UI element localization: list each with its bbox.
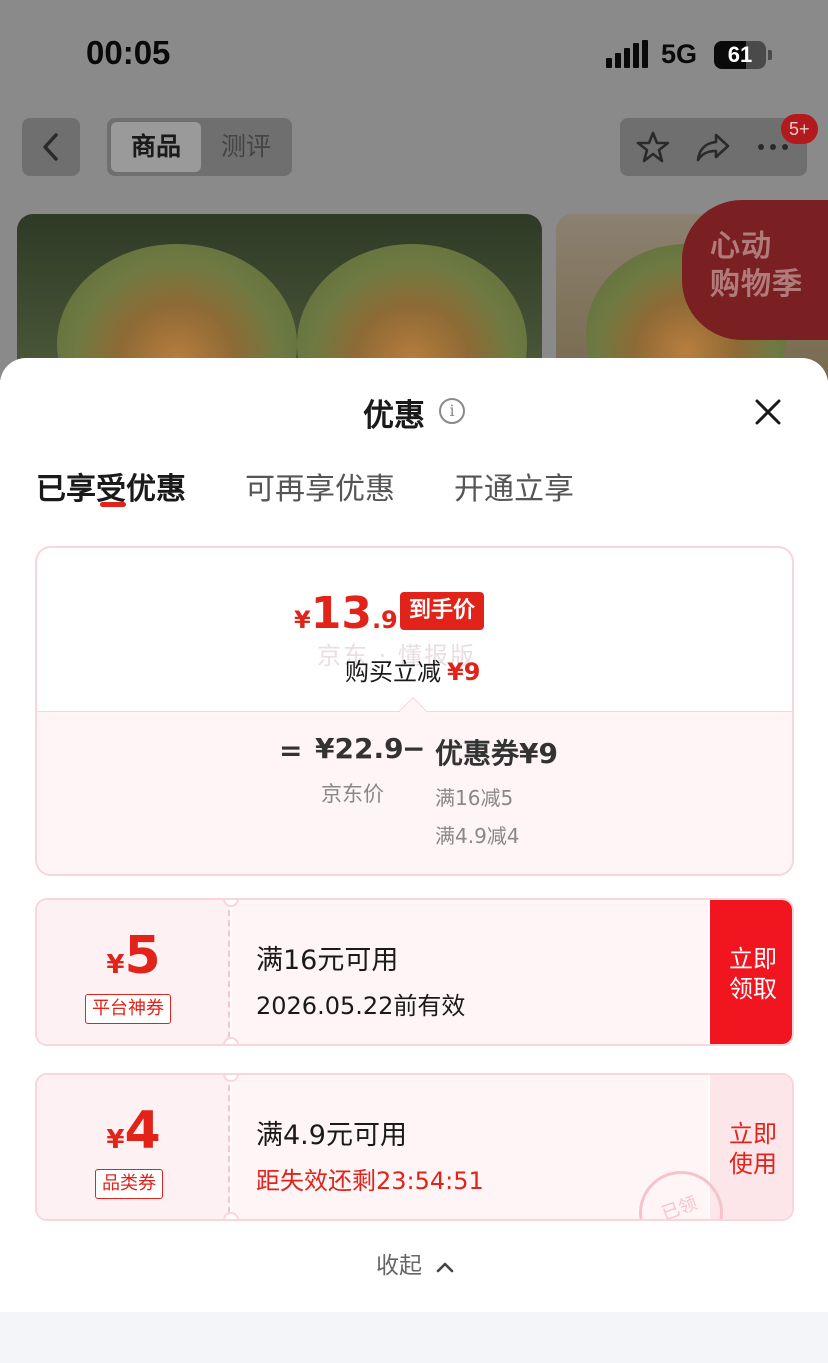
signal-icon <box>606 40 648 68</box>
jd-price-label: 京东价 <box>321 782 384 806</box>
battery-icon: 61 <box>714 41 766 69</box>
battery-level: 61 <box>727 42 753 67</box>
coupon-cutout <box>223 1037 239 1044</box>
back-button[interactable] <box>22 118 80 176</box>
coupon-currency: ¥ <box>106 950 125 980</box>
collapse-label: 收起 <box>376 1253 422 1279</box>
tab-product[interactable]: 商品 <box>111 122 201 172</box>
coupon-amount-value: 5 <box>124 926 161 986</box>
minus-sign: − <box>402 732 426 765</box>
coupon-rule: 满16减5 <box>435 786 514 810</box>
more-badge: 5+ <box>781 114 818 144</box>
coupon-value-panel: ¥5 平台神券 <box>37 900 230 1044</box>
coupon-card: ¥5 平台神券 满16元可用 2026.05.22前有效 立即 领取 <box>35 898 794 1046</box>
price-summary-card: ¥13.9 到手价 京东 · 懂报版 购买立减 ¥9 = ¥22.9 京东价 − … <box>35 546 794 876</box>
final-price-tag: 到手价 <box>400 592 485 630</box>
coupon-currency: ¥ <box>106 1125 125 1155</box>
use-coupon-label: 立即 使用 <box>729 1120 777 1178</box>
bottom-bar <box>0 1308 828 1363</box>
reduction-label: 购买立减 <box>345 658 441 686</box>
tab-review[interactable]: 测评 <box>201 122 291 172</box>
coupon-cutout <box>223 1212 239 1219</box>
top-tab-switch: 商品 测评 <box>107 118 292 176</box>
coupon-condition: 满16元可用 <box>256 945 399 976</box>
coupon-amount-value: 4 <box>124 1101 161 1161</box>
tab-activate-discounts[interactable]: 开通立享 <box>454 464 574 508</box>
jd-price: ¥22.9 <box>315 732 404 765</box>
promo-banner-text: 心动 购物季 <box>710 229 803 302</box>
instant-reduction: 购买立减 ¥9 <box>345 652 480 687</box>
collapse-button[interactable]: 收起 <box>376 1246 455 1280</box>
star-icon <box>636 131 670 163</box>
coupon-amount: ¥5 <box>37 926 230 986</box>
share-icon <box>696 133 730 162</box>
more-icon <box>758 144 788 150</box>
status-bar: 00:05 5G 61 <box>0 30 828 80</box>
coupon-type-badge: 品类券 <box>95 1169 163 1199</box>
share-button[interactable] <box>684 118 742 176</box>
coupon-condition: 满4.9元可用 <box>256 1120 407 1151</box>
promo-banner[interactable]: 心动 购物季 <box>682 200 828 340</box>
battery-tip <box>768 50 772 60</box>
equals-sign: = <box>279 734 303 767</box>
status-time: 00:05 <box>86 34 171 71</box>
reduction-value: ¥9 <box>447 658 481 686</box>
final-price-decimal: .9 <box>371 606 398 634</box>
sheet-title: 优惠 <box>363 398 425 434</box>
claim-coupon-button[interactable]: 立即 领取 <box>710 900 792 1044</box>
use-coupon-button[interactable]: 立即 使用 <box>710 1075 792 1219</box>
final-price-currency: ¥ <box>294 606 311 634</box>
coupon-rule: 满4.9减4 <box>435 824 520 848</box>
coupon-card: ¥4 品类券 满4.9元可用 距失效还剩23:54:51 立即 使用 已领 <box>35 1073 794 1221</box>
network-type: 5G <box>661 39 698 69</box>
claim-coupon-label: 立即 领取 <box>729 945 777 1003</box>
coupon-amount: ¥4 <box>37 1101 230 1161</box>
product-page-background: 00:05 5G 61 商品 测评 5+ 心动 购物季 <box>0 0 828 380</box>
coupon-details: 满4.9元可用 距失效还剩23:54:51 <box>232 1075 708 1219</box>
info-icon[interactable]: i <box>439 398 465 424</box>
coupon-value-panel: ¥4 品类券 <box>37 1075 230 1219</box>
tab-active-indicator <box>100 502 126 507</box>
favorite-button[interactable] <box>624 118 682 176</box>
product-image-main[interactable] <box>17 214 542 380</box>
top-actions <box>620 118 807 176</box>
final-price: ¥13.9 <box>294 588 398 639</box>
final-price-integer: 13 <box>310 588 372 639</box>
coupon-type-badge: 平台神券 <box>85 994 171 1024</box>
back-icon <box>43 133 58 161</box>
tab-more-discounts[interactable]: 可再享优惠 <box>245 464 395 508</box>
coupon-countdown: 距失效还剩23:54:51 <box>256 1167 484 1195</box>
coupon-details: 满16元可用 2026.05.22前有效 <box>232 900 708 1044</box>
chevron-up-icon <box>437 1262 454 1272</box>
close-icon[interactable] <box>748 392 788 432</box>
coupon-total: 优惠券¥9 <box>435 737 558 770</box>
discount-sheet: 优惠 i 已享受优惠 可再享优惠 开通立享 ¥13.9 到手价 京东 · 懂报版… <box>0 358 828 1363</box>
coupon-validity: 2026.05.22前有效 <box>256 992 466 1020</box>
